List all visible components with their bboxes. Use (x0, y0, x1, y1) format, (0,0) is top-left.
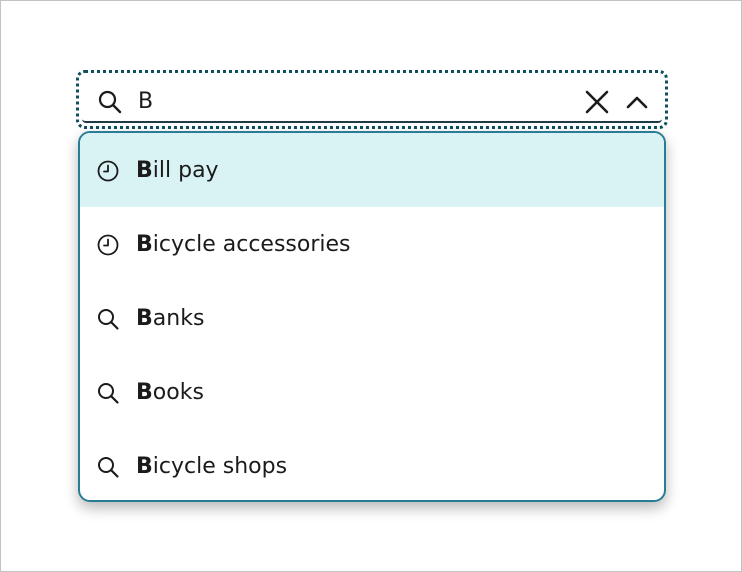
search-icon (96, 455, 120, 479)
suggestions-listbox: Bill pay Bicycle accessories Banks Books… (78, 131, 666, 502)
clear-button[interactable] (583, 88, 611, 116)
clock-icon (96, 233, 120, 257)
suggestion-label: Books (136, 380, 204, 405)
clock-icon (96, 159, 120, 183)
search-focus-ring: B (76, 70, 668, 129)
search-input[interactable]: B (138, 89, 153, 115)
chevron-up-icon (626, 96, 648, 109)
suggestion-label: Bicycle accessories (136, 232, 351, 257)
suggestion-option[interactable]: Bicycle shops (80, 429, 664, 500)
close-icon (585, 90, 609, 114)
search-icon (96, 307, 120, 331)
suggestion-option[interactable]: Bill pay (80, 133, 664, 207)
suggestion-option[interactable]: Bicycle accessories (80, 207, 664, 281)
collapse-button[interactable] (624, 89, 650, 115)
suggestion-label: Banks (136, 306, 205, 331)
suggestion-option[interactable]: Books (80, 355, 664, 429)
suggestion-option[interactable]: Banks (80, 281, 664, 355)
suggestion-label: Bill pay (136, 158, 219, 183)
search-combobox[interactable]: B (82, 76, 662, 123)
search-icon (97, 89, 123, 115)
suggestion-label: Bicycle shops (136, 454, 288, 479)
page-frame: B Bill pay Bicycle accessories Banks Boo… (0, 0, 742, 572)
search-icon (96, 381, 120, 405)
